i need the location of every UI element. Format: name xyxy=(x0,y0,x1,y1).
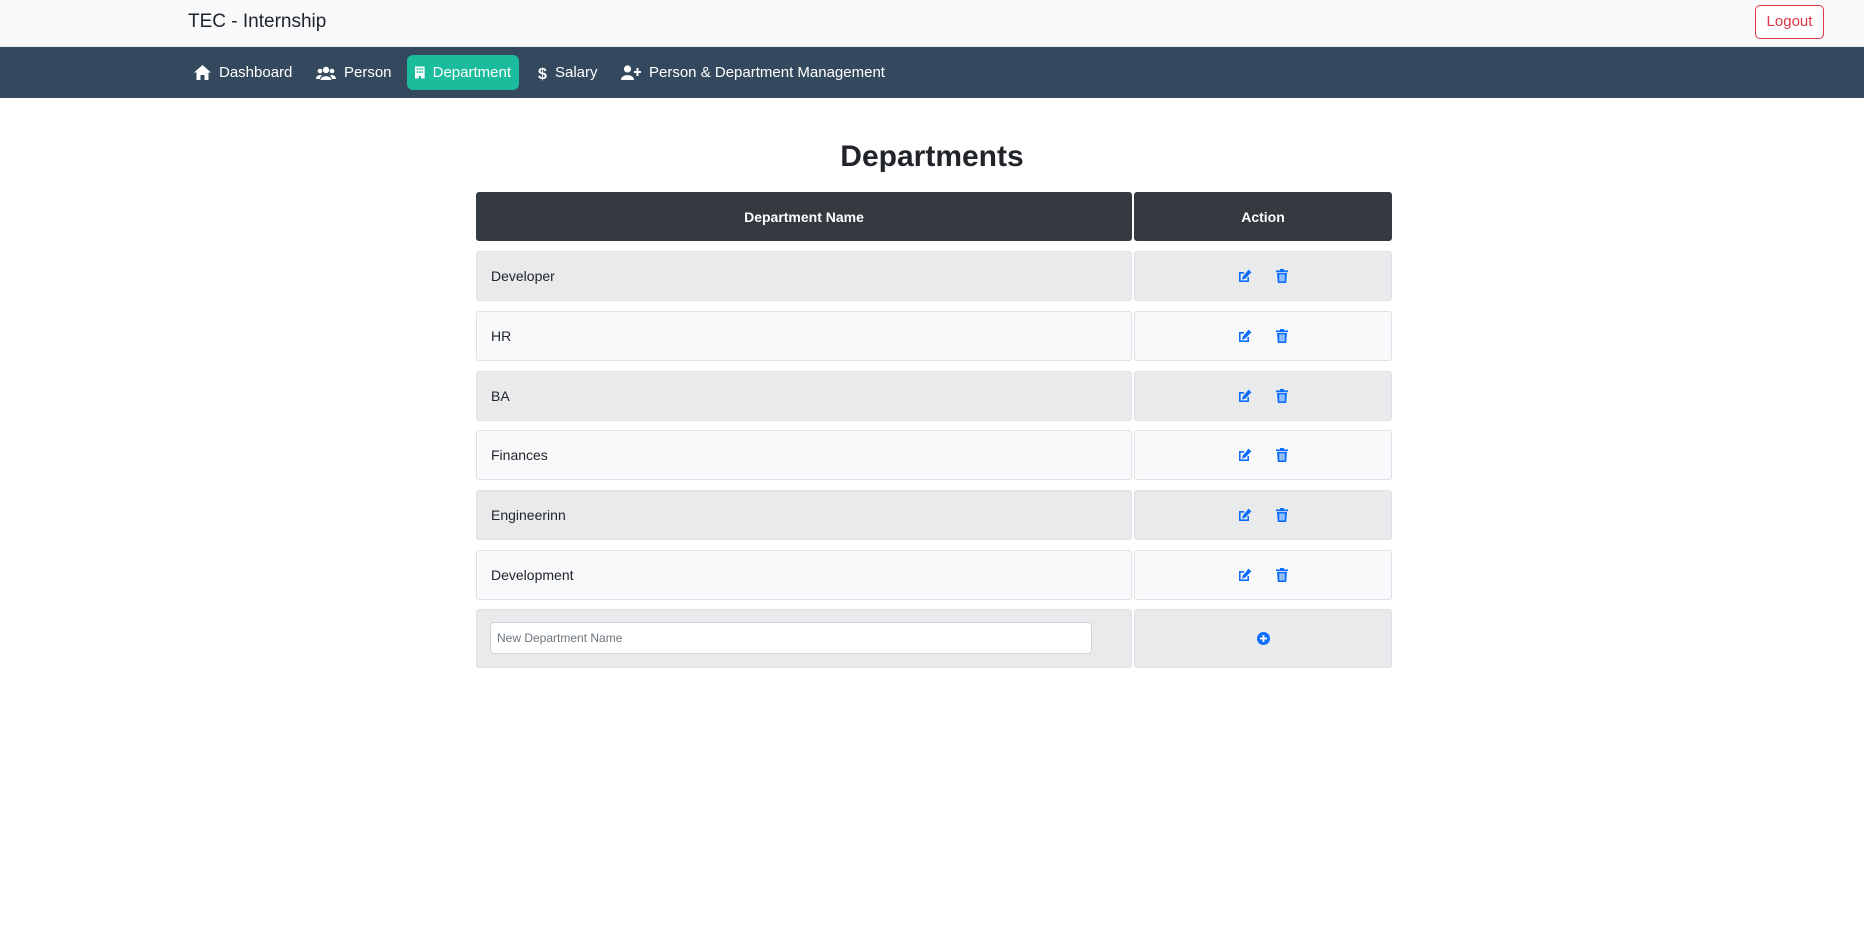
edit-icon xyxy=(1238,389,1251,402)
table-row: Engineerinn xyxy=(476,490,1132,540)
edit-button[interactable] xyxy=(1234,386,1254,406)
row-actions xyxy=(1134,490,1392,540)
nav-item-label: Person & Department Management xyxy=(649,64,885,81)
top-bar: TEC - Internship Logout xyxy=(0,0,1864,47)
delete-button[interactable] xyxy=(1272,505,1292,525)
new-department-input[interactable] xyxy=(490,622,1092,654)
home-icon xyxy=(194,65,211,80)
department-name: Developer xyxy=(491,268,555,284)
row-actions xyxy=(1134,251,1392,301)
delete-button[interactable] xyxy=(1272,445,1292,465)
edit-button[interactable] xyxy=(1234,445,1254,465)
building-icon xyxy=(415,66,425,79)
delete-button[interactable] xyxy=(1272,266,1292,286)
row-actions xyxy=(1134,430,1392,480)
nav-item-label: Person xyxy=(344,64,392,81)
nav-item-person-department-management[interactable]: Person & Department Management xyxy=(613,55,893,90)
page-title: Departments xyxy=(840,140,1024,173)
column-header-department-name: Department Name xyxy=(476,192,1132,241)
trash-icon xyxy=(1276,329,1288,343)
trash-icon xyxy=(1276,269,1288,283)
table-row: HR xyxy=(476,311,1132,361)
edit-icon xyxy=(1238,568,1251,581)
edit-button[interactable] xyxy=(1234,505,1254,525)
table-row: Finances xyxy=(476,430,1132,480)
column-header-action: Action xyxy=(1134,192,1392,241)
logout-button[interactable]: Logout xyxy=(1755,5,1824,39)
nav-item-label: Department xyxy=(432,64,511,81)
plus-circle-icon xyxy=(1256,632,1270,645)
department-name: Engineerinn xyxy=(491,507,566,523)
edit-button[interactable] xyxy=(1234,326,1254,346)
svg-text:$: $ xyxy=(538,66,547,81)
table-row: Development xyxy=(476,550,1132,600)
users-icon xyxy=(316,66,336,80)
department-name: HR xyxy=(491,328,512,344)
trash-icon xyxy=(1276,389,1288,403)
delete-button[interactable] xyxy=(1272,386,1292,406)
table-row: Developer xyxy=(476,251,1132,301)
add-department-button[interactable] xyxy=(1253,629,1273,649)
nav-item-person[interactable]: Person xyxy=(308,55,400,90)
table-row: BA xyxy=(476,371,1132,421)
trash-icon xyxy=(1276,448,1288,462)
new-department-action-cell xyxy=(1134,609,1392,668)
delete-button[interactable] xyxy=(1272,565,1292,585)
delete-button[interactable] xyxy=(1272,326,1292,346)
edit-button[interactable] xyxy=(1234,266,1254,286)
department-name: Finances xyxy=(491,447,548,463)
row-actions xyxy=(1134,311,1392,361)
edit-button[interactable] xyxy=(1234,565,1254,585)
edit-icon xyxy=(1238,448,1251,461)
edit-icon xyxy=(1238,269,1251,282)
nav-item-department[interactable]: Department xyxy=(407,55,519,90)
nav-item-dashboard[interactable]: Dashboard xyxy=(186,55,300,90)
trash-icon xyxy=(1276,508,1288,522)
trash-icon xyxy=(1276,568,1288,582)
main-nav: Dashboard Person Department $ Salary Per… xyxy=(0,47,1864,98)
edit-icon xyxy=(1238,329,1251,342)
edit-icon xyxy=(1238,508,1251,521)
nav-item-label: Dashboard xyxy=(219,64,293,81)
department-name: Development xyxy=(491,567,574,583)
brand-title: TEC - Internship xyxy=(188,11,327,32)
row-actions xyxy=(1134,550,1392,600)
dollar-icon: $ xyxy=(538,66,547,81)
row-actions xyxy=(1134,371,1392,421)
user-plus-icon xyxy=(621,65,641,80)
nav-item-salary[interactable]: $ Salary xyxy=(530,55,606,90)
nav-item-label: Salary xyxy=(555,64,598,81)
department-name: BA xyxy=(491,388,510,404)
